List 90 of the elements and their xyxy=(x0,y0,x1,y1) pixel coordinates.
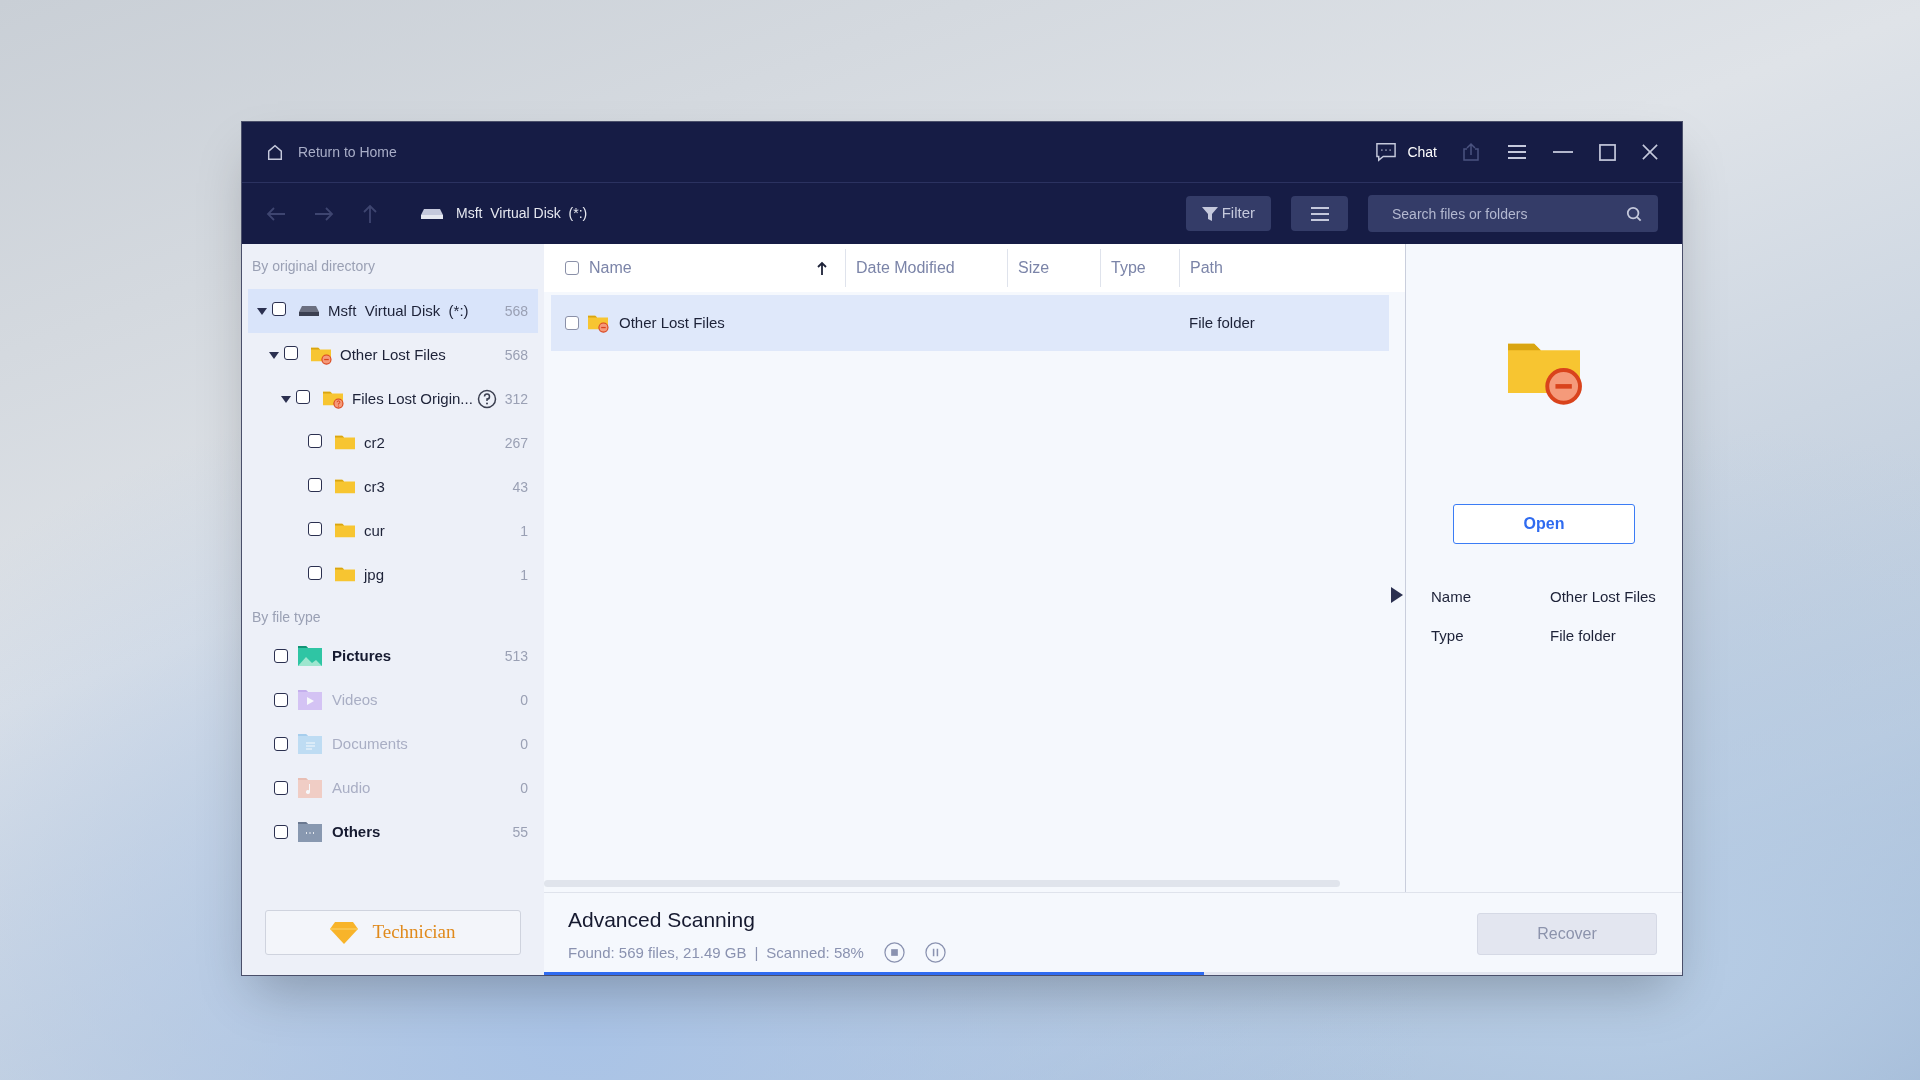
item-count: 43 xyxy=(512,477,528,497)
item-count: 1 xyxy=(520,565,528,585)
checkbox[interactable] xyxy=(272,302,286,316)
file-type-item[interactable]: Pictures 513 xyxy=(242,634,544,678)
item-count: 312 xyxy=(504,389,528,409)
chat-icon xyxy=(1375,142,1398,162)
file-type-label: Documents xyxy=(332,733,408,754)
item-count: 513 xyxy=(504,646,528,666)
expand-caret-icon[interactable] xyxy=(257,306,267,316)
filter-icon xyxy=(1201,205,1218,222)
folder-question-icon xyxy=(322,389,344,409)
file-type: File folder xyxy=(1189,312,1255,333)
detail-label: Name xyxy=(1431,587,1472,607)
item-count: 267 xyxy=(504,433,528,453)
home-icon xyxy=(266,143,284,161)
tree-label: Files Lost Origin... xyxy=(352,388,473,409)
found-summary: Found: 569 files, 21.49 GB xyxy=(568,942,747,963)
detail-value: Other Lost Files xyxy=(1550,587,1656,607)
column-header[interactable]: Type xyxy=(1100,249,1179,287)
documents-folder-icon xyxy=(298,734,322,754)
detail-value: File folder xyxy=(1550,625,1616,646)
tree-label: cr3 xyxy=(364,476,385,497)
checkbox[interactable] xyxy=(274,825,288,839)
open-button[interactable]: Open xyxy=(1453,504,1635,544)
column-header[interactable]: Size xyxy=(1007,249,1100,287)
checkbox[interactable] xyxy=(284,346,298,360)
checkbox[interactable] xyxy=(565,261,579,275)
minimize-icon[interactable] xyxy=(1553,150,1573,154)
detail-label: Type xyxy=(1431,625,1465,646)
item-count: 0 xyxy=(520,734,528,754)
checkbox[interactable] xyxy=(565,316,579,330)
checkbox[interactable] xyxy=(308,522,322,536)
tree-label: cr2 xyxy=(364,432,385,453)
file-type-label: Pictures xyxy=(332,645,392,666)
item-count: 0 xyxy=(520,690,528,710)
chat-button[interactable]: Chat xyxy=(1375,141,1437,163)
item-count: 568 xyxy=(504,345,528,365)
collapse-panel-icon[interactable] xyxy=(1391,587,1403,603)
view-list-button[interactable] xyxy=(1291,196,1348,231)
tree-label: Other Lost Files xyxy=(340,344,446,365)
tree-label: jpg xyxy=(364,564,385,585)
separator: | xyxy=(754,942,759,963)
drive-icon xyxy=(298,305,320,317)
folder-minus-icon xyxy=(310,345,332,365)
column-header[interactable]: Name xyxy=(579,249,845,287)
item-count: 1 xyxy=(520,521,528,541)
stop-icon[interactable] xyxy=(883,942,905,964)
column-header[interactable]: Date Modified xyxy=(845,249,1007,287)
others-folder-icon xyxy=(298,822,322,842)
file-name: Other Lost Files xyxy=(619,312,726,333)
file-type-label: Videos xyxy=(332,689,378,710)
item-count: 568 xyxy=(504,301,528,321)
tree-item[interactable]: Msft Virtual Disk (*:) 568 xyxy=(248,289,538,333)
drive-icon xyxy=(420,207,444,220)
checkbox[interactable] xyxy=(308,566,322,580)
tree-label: cur xyxy=(364,520,385,541)
location-path: Msft Virtual Disk (*:) xyxy=(456,204,588,223)
scan-title: Advanced Scanning xyxy=(568,907,756,933)
list-icon xyxy=(1309,205,1330,222)
filter-button[interactable]: Filter xyxy=(1185,196,1271,231)
checkbox[interactable] xyxy=(308,434,322,448)
search-icon[interactable] xyxy=(1626,206,1642,222)
audio-folder-icon xyxy=(298,778,322,798)
help-icon[interactable] xyxy=(476,389,497,409)
file-row[interactable]: Other Lost Files File folder xyxy=(551,295,1389,351)
section-heading: By file type xyxy=(251,608,322,627)
section-heading: By original directory xyxy=(251,257,376,276)
menu-icon[interactable] xyxy=(1507,144,1527,160)
return-home-link[interactable]: Return to Home xyxy=(266,141,397,163)
close-icon[interactable] xyxy=(1642,144,1658,160)
file-type-item[interactable]: Others 55 xyxy=(242,810,544,854)
checkbox[interactable] xyxy=(296,390,310,404)
checkbox[interactable] xyxy=(308,478,322,492)
videos-folder-icon xyxy=(298,690,322,710)
pictures-folder-icon xyxy=(298,646,322,666)
search-field[interactable]: Search files or folders xyxy=(1368,195,1658,232)
checkbox[interactable] xyxy=(274,649,288,663)
folder-minus-icon xyxy=(587,313,609,333)
pause-icon[interactable] xyxy=(924,942,946,964)
expand-caret-icon[interactable] xyxy=(281,394,291,404)
item-count: 55 xyxy=(512,822,528,842)
expand-caret-icon[interactable] xyxy=(269,350,279,360)
tree-label: Msft Virtual Disk (*:) xyxy=(328,300,469,321)
sort-arrow-icon[interactable] xyxy=(817,261,827,275)
file-type-label: Audio xyxy=(332,777,371,798)
scanned-percent: Scanned: 58% xyxy=(766,942,864,963)
file-type-label: Others xyxy=(332,821,381,842)
item-count: 0 xyxy=(520,778,528,798)
diamond-icon xyxy=(330,920,359,945)
maximize-icon[interactable] xyxy=(1599,143,1616,161)
